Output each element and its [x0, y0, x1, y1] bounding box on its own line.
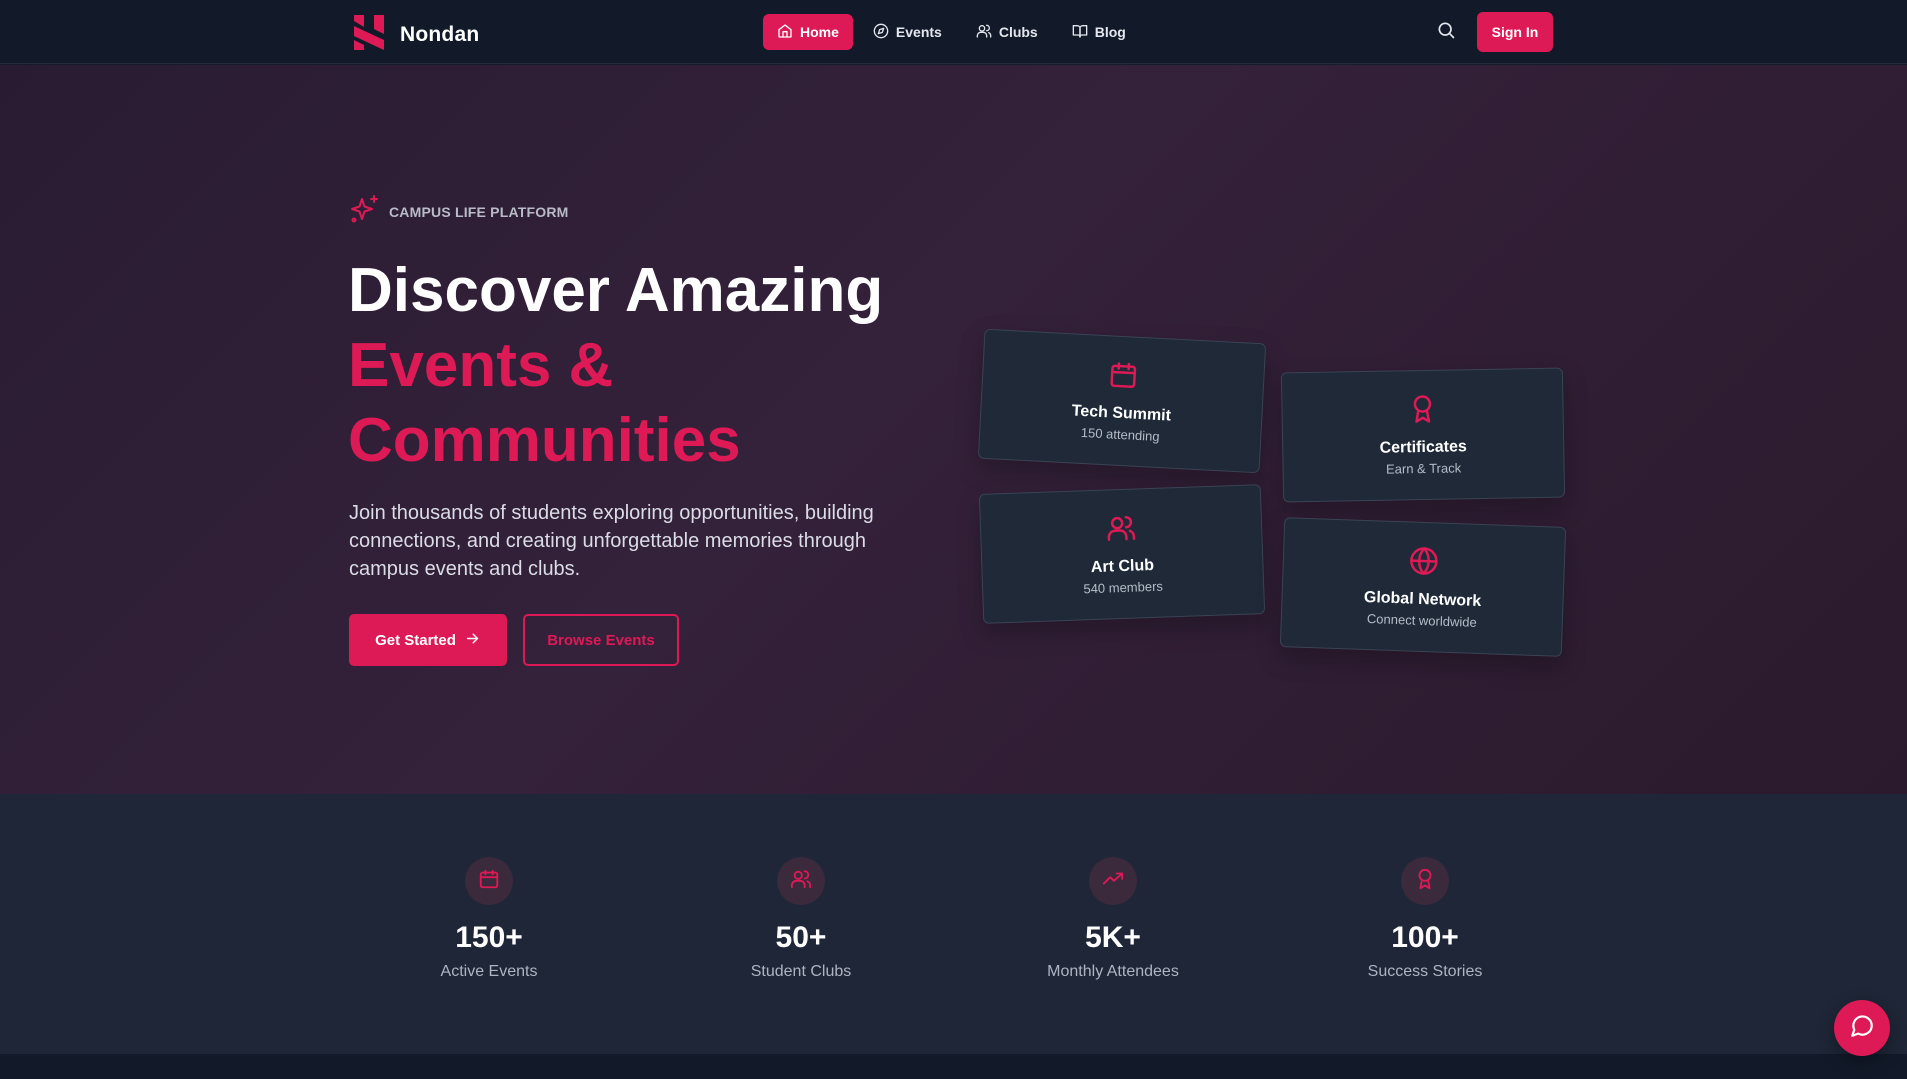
stats-section: 150+ Active Events 50+ Student Clubs 5K+… [0, 794, 1907, 1054]
card-title: Art Club [1090, 556, 1155, 577]
calendar-icon [1107, 359, 1139, 406]
get-started-label: Get Started [375, 631, 456, 649]
headline-line-3: Communities [348, 406, 741, 475]
card-subtitle: 540 members [1083, 578, 1164, 597]
nav-item-label: Clubs [998, 24, 1038, 40]
card-title: Certificates [1379, 438, 1467, 457]
stat-label: Student Clubs [750, 963, 852, 980]
nav-item-home[interactable]: Home [763, 14, 853, 50]
footer-strip [0, 1054, 1907, 1079]
card-title: Global Network [1363, 588, 1482, 611]
compass-icon [873, 23, 889, 42]
card-title: Tech Summit [1071, 402, 1172, 425]
brand-logo-link[interactable]: Nondan [352, 12, 479, 57]
stat-icon-badge [465, 857, 513, 905]
feature-card-tech-summit[interactable]: Tech Summit 150 attending [977, 328, 1267, 474]
sparkles-icon [349, 193, 381, 230]
page: Nondan Home Events Clubs Blog Sign In CA… [0, 0, 1907, 1079]
headline-line-2: Events & [348, 331, 614, 400]
chat-button[interactable] [1834, 1000, 1890, 1056]
get-started-button[interactable]: Get Started [349, 614, 507, 666]
feature-card-art-club[interactable]: Art Club 540 members [978, 484, 1266, 624]
card-subtitle: Connect worldwide [1366, 611, 1477, 630]
users-icon [976, 23, 992, 42]
stat-student-clubs: 50+ Student Clubs [661, 857, 941, 981]
users-icon [1106, 513, 1138, 559]
nav-item-label: Events [895, 24, 942, 40]
nav-item-clubs[interactable]: Clubs [962, 14, 1052, 50]
main-nav: Home Events Clubs Blog [763, 14, 1140, 50]
chat-bubble-icon [1849, 1013, 1875, 1044]
stat-success-stories: 100+ Success Stories [1285, 857, 1565, 981]
stat-active-events: 150+ Active Events [349, 857, 629, 981]
award-icon [1407, 394, 1438, 440]
card-subtitle: Earn & Track [1385, 460, 1462, 477]
award-icon [1414, 868, 1436, 895]
feature-card-global-network[interactable]: Global Network Connect worldwide [1279, 517, 1567, 657]
trending-up-icon [1102, 868, 1124, 895]
nav-item-blog[interactable]: Blog [1058, 14, 1140, 50]
nav-item-events[interactable]: Events [859, 14, 956, 50]
calendar-icon [478, 868, 500, 895]
sign-in-button[interactable]: Sign In [1477, 12, 1553, 52]
globe-icon [1408, 546, 1440, 592]
top-navbar: Nondan Home Events Clubs Blog Sign In [0, 0, 1907, 64]
hero-eyebrow-text: CAMPUS LIFE PLATFORM [389, 203, 569, 220]
card-subtitle: 150 attending [1080, 424, 1160, 445]
nav-item-label: Blog [1094, 24, 1126, 40]
stat-label: Active Events [440, 963, 538, 980]
stat-icon-badge [1089, 857, 1137, 905]
hero-headline: Discover Amazing Events & Communities [348, 253, 883, 478]
arrow-right-icon [464, 630, 481, 651]
stat-value: 150+ [455, 921, 523, 954]
feature-card-certificates[interactable]: Certificates Earn & Track [1280, 367, 1566, 503]
nav-item-label: Home [800, 24, 839, 40]
stat-label: Monthly Attendees [1047, 963, 1179, 980]
search-icon [1436, 22, 1456, 44]
stat-value: 100+ [1391, 921, 1459, 954]
hero-eyebrow: CAMPUS LIFE PLATFORM [349, 193, 569, 230]
hero-section: CAMPUS LIFE PLATFORM Discover Amazing Ev… [0, 65, 1907, 794]
hero-description: Join thousands of students exploring opp… [349, 502, 874, 580]
stat-value: 50+ [775, 921, 827, 954]
stat-monthly-attendees: 5K+ Monthly Attendees [973, 857, 1253, 981]
headline-line-1: Discover Amazing [348, 256, 884, 325]
stat-value: 5K+ [1085, 921, 1141, 954]
stat-label: Success Stories [1367, 963, 1483, 980]
stat-icon-badge [1401, 857, 1449, 905]
book-open-icon [1072, 23, 1088, 42]
stat-icon-badge [777, 857, 825, 905]
nondan-logo-icon [352, 12, 386, 57]
users-icon [790, 868, 812, 895]
search-button[interactable] [1436, 20, 1460, 44]
brand-name: Nondan [400, 22, 480, 46]
home-icon [777, 23, 793, 42]
browse-events-button[interactable]: Browse Events [523, 614, 679, 666]
